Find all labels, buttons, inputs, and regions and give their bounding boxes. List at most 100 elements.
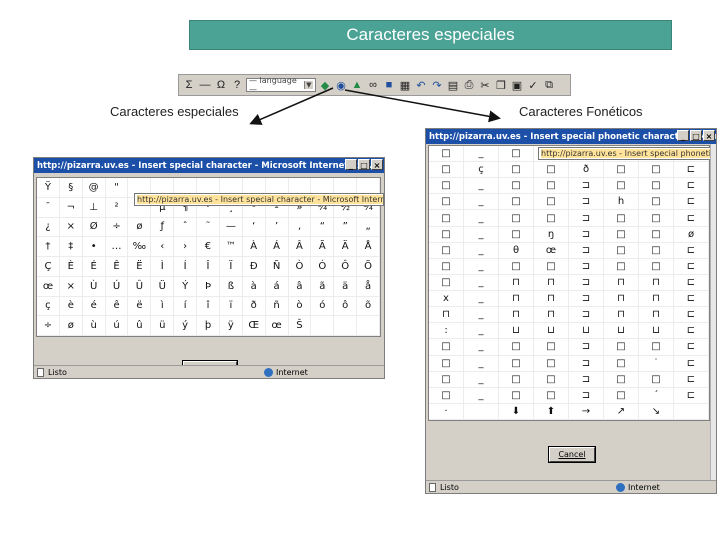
char-cell[interactable]: Œ (242, 316, 266, 336)
char-cell[interactable]: × (59, 217, 83, 238)
char-cell[interactable]: ü (151, 316, 175, 336)
char-cell[interactable]: † (37, 237, 60, 257)
char-cell[interactable]: ç (464, 162, 499, 179)
char-cell[interactable]: Ý (174, 276, 198, 297)
char-cell[interactable] (334, 316, 358, 336)
char-cell[interactable]: ¿ (37, 217, 60, 238)
cancel-button[interactable]: Cancel (548, 446, 596, 463)
char-cell[interactable]: Ë (128, 257, 152, 277)
char-cell[interactable]: ⊏ (674, 387, 709, 404)
maximize-icon[interactable]: □ (690, 130, 702, 141)
char-cell[interactable]: ⊔ (569, 323, 604, 340)
char-cell[interactable]: ø (59, 316, 83, 336)
char-cell[interactable]: _ (464, 291, 499, 308)
char-cell[interactable]: Õ (357, 257, 380, 277)
char-cell[interactable]: □ (429, 242, 464, 259)
char-cell[interactable]: @ (82, 178, 106, 198)
char-cell[interactable]: ˆ (174, 217, 198, 238)
char-cell[interactable]: : (429, 323, 464, 340)
char-cell[interactable]: ⊓ (429, 307, 464, 324)
char-cell[interactable]: □ (639, 258, 674, 275)
char-cell[interactable]: ⊓ (604, 274, 639, 292)
char-cell[interactable]: □ (639, 178, 674, 195)
char-cell[interactable]: □ (534, 162, 569, 179)
char-cell[interactable]: □ (499, 355, 534, 372)
char-cell[interactable]: _ (464, 210, 499, 227)
char-cell[interactable]: ò (288, 296, 312, 317)
char-cell[interactable]: Ð (242, 257, 266, 277)
char-cell[interactable]: œ (37, 276, 60, 297)
char-cell[interactable]: é (82, 296, 106, 317)
char-cell[interactable]: ↘ (639, 403, 674, 420)
char-cell[interactable]: ø (674, 226, 709, 243)
char-cell[interactable]: ‹ (151, 237, 175, 257)
char-cell[interactable]: ñ (265, 296, 289, 317)
char-cell[interactable]: □ (499, 146, 534, 163)
char-cell[interactable]: Ÿ (37, 178, 60, 198)
char-cell[interactable]: □ (429, 371, 464, 388)
char-cell[interactable]: ⊏ (674, 339, 709, 356)
char-cell[interactable]: ² (105, 197, 129, 218)
char-cell[interactable]: □ (534, 194, 569, 211)
char-cell[interactable]: _ (464, 371, 499, 388)
char-cell[interactable]: □ (639, 210, 674, 227)
char-cell[interactable]: □ (639, 339, 674, 356)
char-cell[interactable]: h (604, 194, 639, 211)
char-cell[interactable]: Ó (311, 257, 335, 277)
char-cell[interactable]: å (357, 276, 380, 297)
char-cell[interactable]: □ (499, 210, 534, 227)
char-cell[interactable]: " (105, 178, 129, 198)
char-cell[interactable]: _ (464, 226, 499, 243)
char-cell[interactable]: ⊐ (569, 226, 604, 243)
char-cell[interactable]: › (174, 237, 198, 257)
char-cell[interactable]: ⊏ (674, 242, 709, 259)
char-cell[interactable]: ç (37, 296, 60, 317)
char-cell[interactable]: ˙ (639, 355, 674, 372)
char-cell[interactable]: Í (174, 257, 198, 277)
char-cell[interactable]: □ (499, 162, 534, 179)
char-cell[interactable]: □ (534, 387, 569, 404)
char-cell[interactable]: □ (429, 258, 464, 275)
char-cell[interactable]: Ê (105, 257, 129, 277)
char-cell[interactable]: Å (357, 237, 380, 257)
char-cell[interactable]: _ (464, 307, 499, 324)
char-cell[interactable]: ⊓ (604, 291, 639, 308)
char-cell[interactable]: ⊐ (569, 307, 604, 324)
char-cell[interactable]: ƒ (151, 217, 175, 238)
char-cell[interactable]: □ (499, 339, 534, 356)
char-cell[interactable]: □ (604, 178, 639, 195)
char-cell[interactable]: × (59, 276, 83, 297)
char-cell[interactable]: À (242, 237, 266, 257)
char-cell[interactable]: ë (128, 296, 152, 317)
char-cell[interactable]: ⊏ (674, 178, 709, 195)
char-cell[interactable]: ‘ (242, 217, 266, 238)
char-cell[interactable] (311, 316, 335, 336)
char-cell[interactable]: “ (311, 217, 335, 238)
char-cell[interactable]: ⬆ (534, 403, 569, 420)
char-cell[interactable]: ý (174, 316, 198, 336)
char-cell[interactable]: Ä (334, 237, 358, 257)
char-cell[interactable]: œ (534, 242, 569, 259)
maximize-icon[interactable]: □ (358, 159, 370, 170)
char-cell[interactable]: ⊏ (674, 274, 709, 292)
char-cell[interactable]: È (59, 257, 83, 277)
char-cell[interactable]: θ (499, 242, 534, 259)
char-cell[interactable]: Þ (197, 276, 220, 297)
char-cell[interactable]: ⊐ (569, 178, 604, 195)
char-cell[interactable]: □ (534, 178, 569, 195)
char-cell[interactable]: ⊏ (674, 323, 709, 340)
char-cell[interactable]: — (219, 217, 243, 238)
char-cell[interactable]: ÷ (37, 316, 60, 336)
char-cell[interactable]: ⊏ (674, 307, 709, 324)
char-cell[interactable]: ⊥ (82, 197, 106, 218)
close-icon[interactable]: × (703, 130, 715, 141)
char-cell[interactable]: □ (639, 162, 674, 179)
char-cell[interactable]: ⊐ (569, 242, 604, 259)
char-cell[interactable]: ⊓ (534, 291, 569, 308)
char-cell[interactable]: ⊓ (604, 307, 639, 324)
char-cell[interactable]: Ñ (265, 257, 289, 277)
char-cell[interactable]: ⊔ (534, 323, 569, 340)
char-cell[interactable]: Š (288, 316, 312, 336)
char-cell[interactable]: ø (128, 217, 152, 238)
char-cell[interactable]: ‡ (59, 237, 83, 257)
